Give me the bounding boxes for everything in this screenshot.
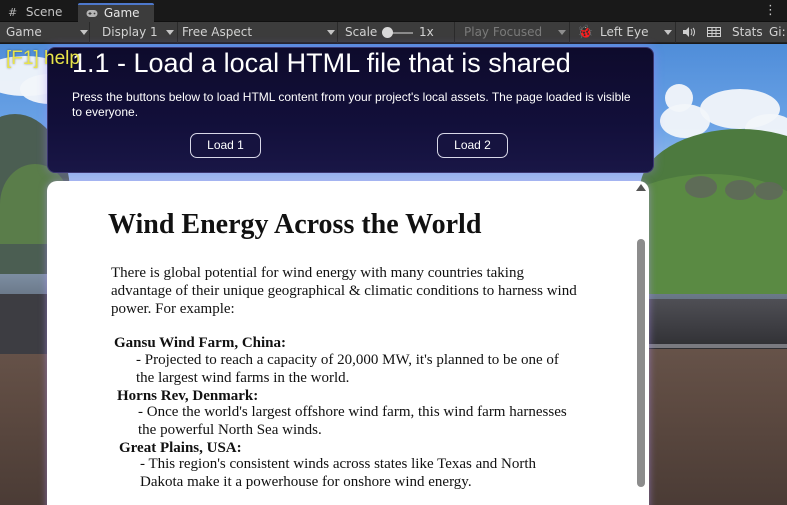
tab-game-label: Game xyxy=(103,6,140,20)
header-description: Press the buttons below to load HTML con… xyxy=(72,90,631,119)
game-toolbar: Game Display 1 Free Aspect Scale 1x Play… xyxy=(0,22,787,43)
list-item-title: Gansu Wind Farm, China: xyxy=(114,335,286,351)
gizmos-button[interactable]: Gi: xyxy=(769,22,787,43)
vertical-scrollbar-thumb[interactable] xyxy=(637,239,645,487)
play-mode-dropdown[interactable]: Play Focused xyxy=(464,22,570,43)
scale-slider-handle[interactable] xyxy=(382,27,393,38)
web-page: Wind Energy Across the World There is gl… xyxy=(47,181,637,505)
scale-value: 1x xyxy=(419,25,434,39)
header-title: 1.1 - Load a local HTML file that is sha… xyxy=(72,48,571,78)
display-mode-value: Game xyxy=(6,25,42,39)
tab-game[interactable]: Game xyxy=(78,3,154,22)
gamepad-icon xyxy=(86,5,100,22)
display-dropdown[interactable]: Display 1 xyxy=(102,22,178,43)
page-heading: Wind Energy Across the World xyxy=(108,209,482,240)
stats-button[interactable]: Stats xyxy=(732,22,764,43)
web-view-panel[interactable]: Wind Energy Across the World There is gl… xyxy=(47,181,649,505)
grid-icon[interactable] xyxy=(707,22,723,43)
display-mode-dropdown[interactable]: Game xyxy=(6,22,90,43)
chevron-down-icon xyxy=(80,30,88,35)
list-item-description: - Once the world's largest offshore wind… xyxy=(138,404,567,438)
chevron-down-icon xyxy=(327,30,335,35)
help-hint: [F1] help xyxy=(6,48,80,69)
chevron-down-icon xyxy=(166,30,174,35)
editor-tab-bar: # Scene Game ⋮ xyxy=(0,0,787,22)
intro-paragraph: There is global potential for wind energ… xyxy=(111,265,577,317)
scroll-up-arrow-icon[interactable] xyxy=(636,184,646,191)
list-item-description: - This region's consistent winds across … xyxy=(140,456,537,490)
eye-dropdown[interactable]: Left Eye xyxy=(600,22,676,43)
list-item-description: - Projected to reach a capacity of 20,00… xyxy=(136,352,559,386)
load-2-button[interactable]: Load 2 xyxy=(437,133,508,158)
kebab-menu-icon[interactable]: ⋮ xyxy=(764,3,777,19)
tab-scene-label: Scene xyxy=(25,5,63,19)
aspect-value: Free Aspect xyxy=(182,25,253,39)
chevron-down-icon xyxy=(664,30,672,35)
aspect-dropdown[interactable]: Free Aspect xyxy=(182,22,338,43)
tab-scene[interactable]: # Scene xyxy=(0,3,75,22)
bug-icon[interactable]: 🐞 xyxy=(577,22,593,43)
play-mode-value: Play Focused xyxy=(464,25,543,39)
display-value: Display 1 xyxy=(102,25,158,39)
chevron-down-icon xyxy=(558,30,566,35)
scale-control: Scale 1x xyxy=(345,22,455,43)
grid-icon: # xyxy=(8,6,18,19)
eye-value: Left Eye xyxy=(600,25,649,39)
speaker-icon[interactable] xyxy=(683,22,697,43)
load-1-button[interactable]: Load 1 xyxy=(190,133,261,158)
scale-label: Scale xyxy=(345,25,378,39)
